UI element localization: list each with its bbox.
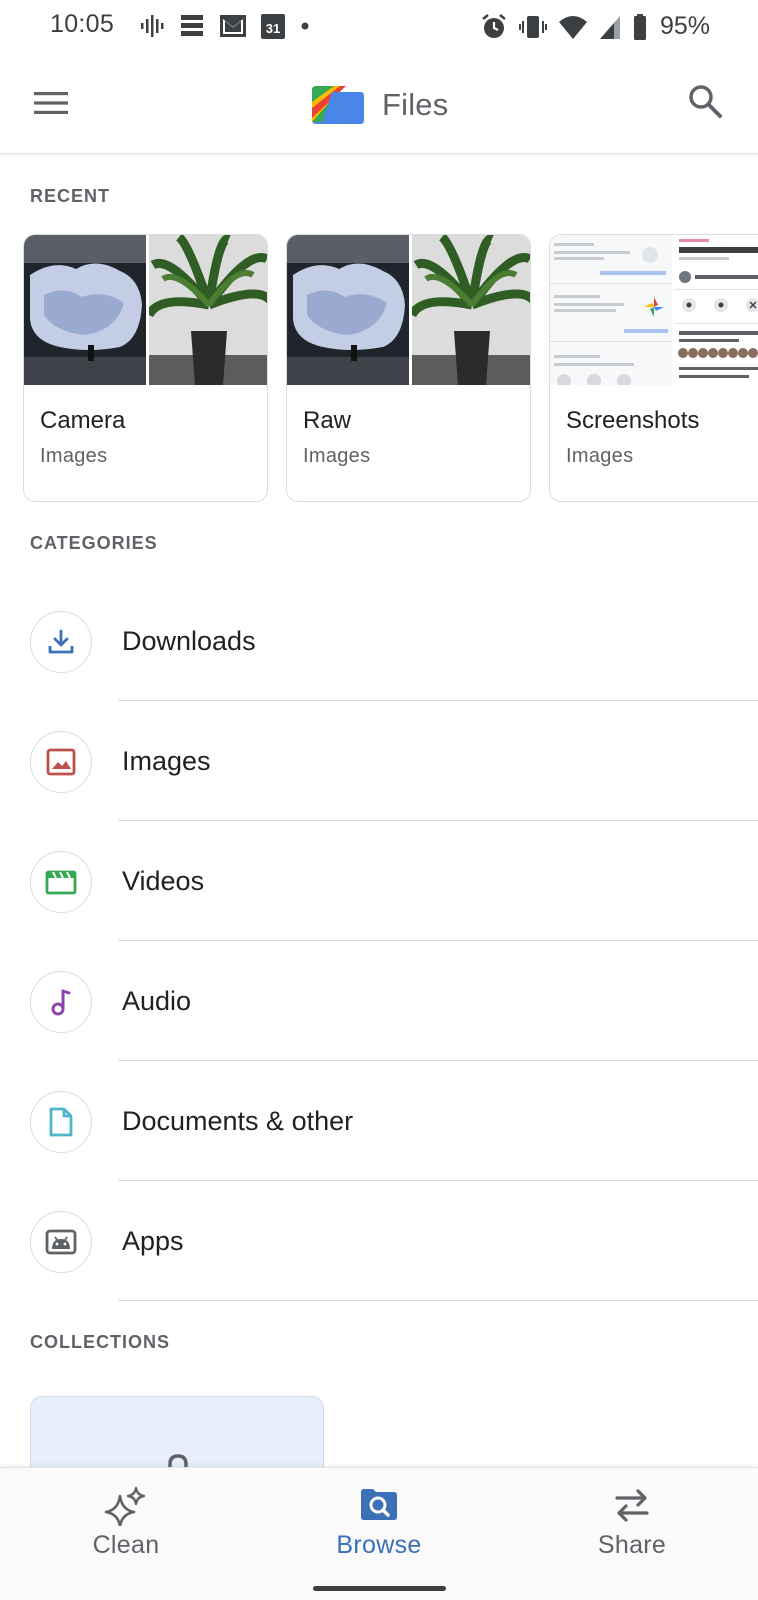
news-icon [178,12,206,40]
bottom-navigation: Clean Browse Share [0,1467,758,1600]
nav-clean[interactable]: Clean [26,1468,226,1578]
recent-card-camera[interactable]: Camera Images [23,234,268,502]
category-apps[interactable]: Apps [0,1181,758,1301]
browse-icon [279,1486,479,1522]
video-icon [30,851,92,913]
card-subtitle: Images [303,445,371,467]
card-thumbnails [550,235,758,385]
category-downloads[interactable]: Downloads [0,581,758,701]
thumbnail-image [145,235,267,385]
home-indicator[interactable] [313,1586,446,1591]
thumbnail-image [550,235,672,385]
status-notification-icons: 31 [138,12,312,40]
audio-icon [30,971,92,1033]
battery-icon [632,13,648,41]
document-icon [30,1091,92,1153]
category-images[interactable]: Images [0,701,758,821]
alarm-icon [480,13,508,41]
nav-share[interactable]: Share [532,1468,732,1578]
battery-percent: 95% [659,12,710,40]
nav-label: Browse [336,1531,422,1559]
recent-cards: Camera Images Raw Images Screenshots Ima… [23,234,758,502]
card-subtitle: Images [40,445,108,467]
category-audio[interactable]: Audio [0,941,758,1061]
thumbnail-image [24,235,146,385]
category-label: Audio [122,986,192,1016]
card-title: Raw [303,407,352,434]
nav-browse[interactable]: Browse [279,1468,479,1578]
nav-label: Clean [92,1531,160,1559]
search-button[interactable] [682,80,728,126]
categories-header: CATEGORIES [30,533,158,553]
menu-button[interactable] [28,82,74,128]
vibrate-icon [518,13,548,41]
collections-header: COLLECTIONS [30,1332,170,1352]
status-system-icons: 95% [480,12,710,41]
category-label: Images [122,746,211,776]
podcast-icon [138,12,166,40]
category-label: Documents & other [122,1106,354,1136]
card-thumbnails [287,235,530,385]
status-time: 10:05 [50,10,115,38]
thumbnail-image [408,235,530,385]
calendar-day: 31 [265,21,281,36]
recent-header: RECENT [30,186,111,206]
nav-label: Share [597,1531,667,1559]
card-subtitle: Images [566,445,634,467]
category-label: Apps [122,1226,184,1256]
download-icon [30,611,92,673]
wifi-icon [558,13,588,41]
android-icon [30,1211,92,1273]
sparkle-icon [26,1486,226,1526]
swap-arrows-icon [532,1486,732,1524]
card-title: Screenshots [566,407,700,434]
thumbnail-image [287,235,409,385]
dot-icon [298,12,312,40]
thumbnail-image [671,235,758,385]
hamburger-menu-icon [33,90,69,121]
divider [118,1299,758,1301]
app-brand: Files [310,78,448,131]
category-label: Videos [122,866,205,896]
category-documents[interactable]: Documents & other [0,1061,758,1181]
app-bar: Files [0,54,758,154]
recent-card-raw[interactable]: Raw Images [286,234,531,502]
signal-icon [598,13,622,41]
image-icon [30,731,92,793]
gmail-icon [218,12,248,40]
calendar-icon: 31 [260,12,286,40]
category-videos[interactable]: Videos [0,821,758,941]
status-bar: 10:05 31 95% [0,0,758,54]
search-icon [687,83,723,124]
recent-card-screenshots[interactable]: Screenshots Images [549,234,758,502]
category-label: Downloads [122,626,256,656]
card-title: Camera [40,407,126,434]
card-thumbnails [24,235,267,385]
app-title: Files [382,86,449,122]
files-logo-icon [310,78,366,131]
